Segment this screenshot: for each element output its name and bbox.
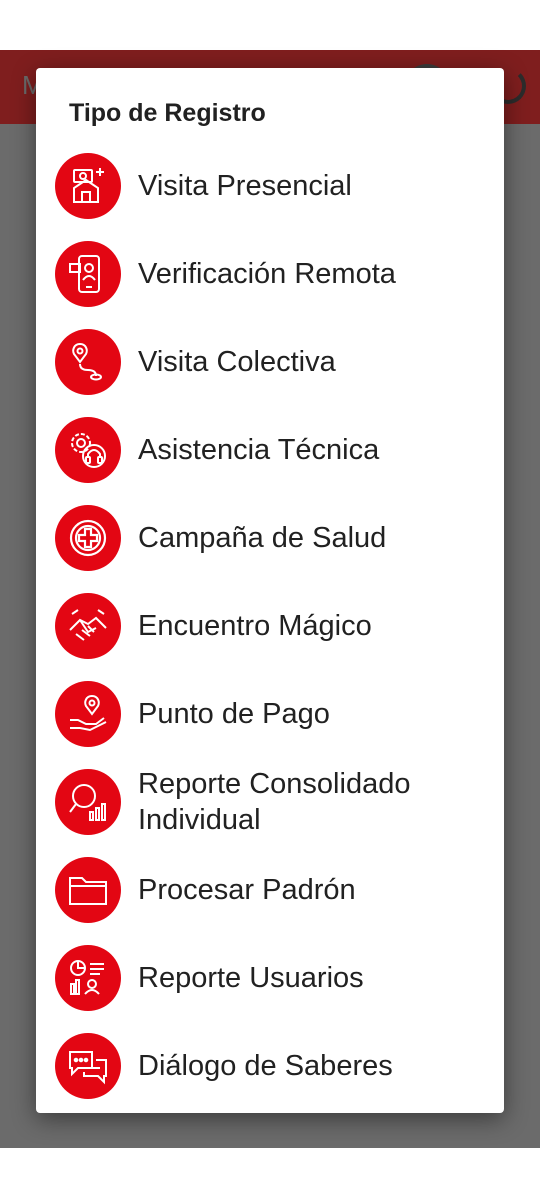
- route-pin-icon: [55, 329, 121, 395]
- option-label: Visita Presencial: [138, 170, 352, 202]
- magnifier-chart-icon: [55, 769, 121, 835]
- folder-icon: [55, 857, 121, 923]
- option-label: Diálogo de Saberes: [138, 1050, 393, 1082]
- users-report-icon: [55, 945, 121, 1011]
- option-label: Asistencia Técnica: [138, 434, 380, 466]
- option-visita-colectiva[interactable]: Visita Colectiva: [36, 318, 504, 406]
- option-dialogo-saberes[interactable]: Diálogo de Saberes: [36, 1022, 504, 1110]
- option-punto-de-pago[interactable]: Punto de Pago: [36, 670, 504, 758]
- option-procesar-padron[interactable]: Procesar Padrón: [36, 846, 504, 934]
- registration-type-dialog: Tipo de Registro Visita Presencial Verif…: [36, 68, 504, 1113]
- option-label: Encuentro Mágico: [138, 610, 372, 642]
- hand-location-icon: [55, 681, 121, 747]
- health-cross-icon: [55, 505, 121, 571]
- option-label: Campaña de Salud: [138, 522, 387, 554]
- option-label: Punto de Pago: [138, 698, 330, 730]
- option-reporte-consolidado-individual[interactable]: Reporte Consolidado Individual: [36, 758, 504, 846]
- option-visita-presencial[interactable]: Visita Presencial: [36, 142, 504, 230]
- option-encuentro-magico[interactable]: Encuentro Mágico: [36, 582, 504, 670]
- handshake-icon: [55, 593, 121, 659]
- option-verificacion-remota[interactable]: Verificación Remota: [36, 230, 504, 318]
- chat-bubbles-icon: [55, 1033, 121, 1099]
- option-campana-salud[interactable]: Campaña de Salud: [36, 494, 504, 582]
- house-visit-icon: [55, 153, 121, 219]
- option-list: Visita Presencial Verificación Remota Vi…: [36, 142, 504, 1110]
- screen: M Tipo de Registro Visita Presencial Ver…: [0, 0, 540, 1200]
- gears-support-icon: [55, 417, 121, 483]
- option-label: Reporte Consolidado Individual: [138, 768, 411, 836]
- dialog-title: Tipo de Registro: [69, 99, 266, 127]
- phone-remote-icon: [55, 241, 121, 307]
- option-label: Procesar Padrón: [138, 874, 356, 906]
- option-label: Visita Colectiva: [138, 346, 336, 378]
- option-label: Verificación Remota: [138, 258, 396, 290]
- option-asistencia-tecnica[interactable]: Asistencia Técnica: [36, 406, 504, 494]
- option-label: Reporte Usuarios: [138, 962, 364, 994]
- option-reporte-usuarios[interactable]: Reporte Usuarios: [36, 934, 504, 1022]
